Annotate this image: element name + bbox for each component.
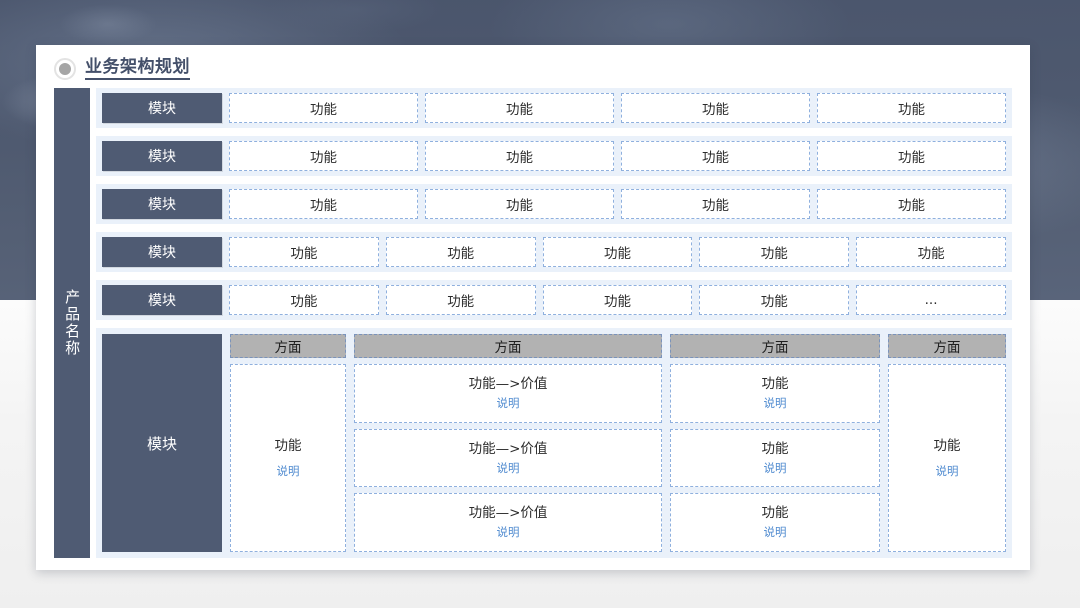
- product-name-text: 产品名称: [63, 289, 82, 357]
- function-cell[interactable]: 功能: [385, 285, 536, 315]
- module-rows-container: 模块 功能 功能 功能 功能 模块 功能 功能 功能 功能 模块 功能 功能 功…: [96, 88, 1012, 558]
- function-cell[interactable]: 功能: [621, 141, 810, 171]
- module-chip[interactable]: 模块: [102, 285, 222, 315]
- function-cell[interactable]: 功能: [229, 285, 379, 315]
- module-row[interactable]: 模块 功能 功能 功能 功能: [96, 88, 1012, 128]
- detail-cell[interactable]: 功能 说明: [670, 428, 880, 488]
- aspect-columns: 方面 功能 说明 方面 功能—>价值 说明 功能—>价值 说明 功能—>价值 说…: [230, 334, 1006, 553]
- aspect-column: 方面 功能—>价值 说明 功能—>价值 说明 功能—>价值 说明: [354, 334, 662, 553]
- aspect-header[interactable]: 方面: [230, 334, 346, 358]
- architecture-diagram: 产品名称 模块 功能 功能 功能 功能 模块 功能 功能 功能 功能 模块 功能…: [54, 88, 1012, 558]
- function-cell[interactable]: 功能: [856, 237, 1006, 267]
- function-cell[interactable]: 功能: [229, 141, 418, 171]
- row-spacer: [96, 176, 1012, 184]
- aspect-cells: 功能—>价值 说明 功能—>价值 说明 功能—>价值 说明: [354, 364, 662, 553]
- detail-cell-note: 说明: [496, 525, 520, 540]
- row-spacer: [96, 272, 1012, 280]
- detail-cell[interactable]: 功能—>价值 说明: [354, 428, 662, 488]
- module-chip[interactable]: 模块: [102, 189, 222, 219]
- function-cell[interactable]: 功能: [229, 189, 418, 219]
- function-cell[interactable]: 功能: [229, 237, 379, 267]
- detail-cell[interactable]: 功能 说明: [888, 364, 1006, 552]
- detail-cell-note: 说明: [496, 460, 520, 475]
- function-cell[interactable]: 功能: [817, 93, 1006, 123]
- module-row[interactable]: 模块 功能 功能 功能 功能: [96, 184, 1012, 224]
- function-cell[interactable]: 功能: [621, 93, 810, 123]
- function-cell[interactable]: 功能: [385, 237, 536, 267]
- detail-cell-note: 说明: [763, 460, 787, 475]
- function-cell[interactable]: 功能: [817, 189, 1006, 219]
- detail-cell[interactable]: 功能—>价值 说明: [354, 364, 662, 423]
- aspect-column: 方面 功能 说明: [230, 334, 346, 552]
- detail-cell-title: 功能—>价值: [468, 376, 548, 393]
- detail-module-block: 模块 方面 功能 说明 方面 功能—>价值 说明 功能—>价值 说明 功能—>价…: [96, 328, 1012, 558]
- aspect-column: 方面 功能 说明 功能 说明 功能 说明: [670, 334, 880, 553]
- function-cell[interactable]: 功能: [229, 93, 418, 123]
- row-spacer: [96, 320, 1012, 328]
- detail-cell-note: 说明: [763, 525, 787, 540]
- detail-cell-title: 功能: [761, 376, 789, 393]
- module-chip[interactable]: 模块: [102, 237, 222, 267]
- slide-card: 业务架构规划 产品名称 模块 功能 功能 功能 功能 模块 功能 功能 功能 功…: [36, 45, 1030, 570]
- detail-cell-note: 说明: [496, 395, 520, 410]
- aspect-cells: 功能 说明: [230, 364, 346, 552]
- slide-title-row: 业务架构规划: [54, 57, 190, 80]
- detail-cell-note: 说明: [935, 463, 959, 478]
- aspect-cells: 功能 说明 功能 说明 功能 说明: [670, 364, 880, 553]
- detail-cell[interactable]: 功能 说明: [230, 364, 346, 552]
- function-cell[interactable]: 功能: [699, 285, 850, 315]
- function-cell[interactable]: 功能: [425, 141, 614, 171]
- row-spacer: [96, 128, 1012, 136]
- function-cell[interactable]: 功能: [425, 93, 614, 123]
- detail-cell[interactable]: 功能—>价值 说明: [354, 493, 662, 553]
- aspect-column: 方面 功能 说明: [888, 334, 1006, 552]
- detail-cell[interactable]: 功能 说明: [670, 493, 880, 553]
- detail-cell-note: 说明: [763, 395, 787, 410]
- product-name-vertical-label: 产品名称: [54, 88, 90, 558]
- function-cell[interactable]: 功能: [425, 189, 614, 219]
- aspect-header[interactable]: 方面: [670, 334, 880, 358]
- aspect-header[interactable]: 方面: [354, 334, 662, 358]
- aspect-cells: 功能 说明: [888, 364, 1006, 552]
- page-title: 业务架构规划: [85, 57, 190, 80]
- module-chip[interactable]: 模块: [102, 93, 222, 123]
- module-row[interactable]: 模块 功能 功能 功能 功能: [96, 136, 1012, 176]
- detail-cell[interactable]: 功能 说明: [670, 364, 880, 423]
- function-cell[interactable]: 功能: [542, 285, 693, 315]
- filled-circle-icon: [54, 57, 76, 80]
- module-row[interactable]: 模块 功能 功能 功能 功能 功能: [96, 232, 1012, 272]
- detail-cell-title: 功能—>价值: [468, 440, 548, 457]
- module-row[interactable]: 模块 功能 功能 功能 功能 ...: [96, 280, 1012, 320]
- row-spacer: [96, 224, 1012, 232]
- detail-cell-title: 功能: [274, 437, 302, 454]
- function-cell[interactable]: 功能: [817, 141, 1006, 171]
- function-cell[interactable]: 功能: [699, 237, 850, 267]
- function-cell[interactable]: 功能: [621, 189, 810, 219]
- function-cell[interactable]: 功能: [542, 237, 693, 267]
- aspect-header[interactable]: 方面: [888, 334, 1006, 358]
- function-cell-ellipsis[interactable]: ...: [856, 285, 1006, 315]
- detail-cell-note: 说明: [276, 463, 300, 478]
- module-chip[interactable]: 模块: [102, 141, 222, 171]
- detail-cell-title: 功能—>价值: [468, 505, 548, 522]
- module-chip-large[interactable]: 模块: [102, 334, 222, 552]
- detail-cell-title: 功能: [761, 505, 789, 522]
- detail-cell-title: 功能: [761, 440, 789, 457]
- detail-cell-title: 功能: [933, 437, 961, 454]
